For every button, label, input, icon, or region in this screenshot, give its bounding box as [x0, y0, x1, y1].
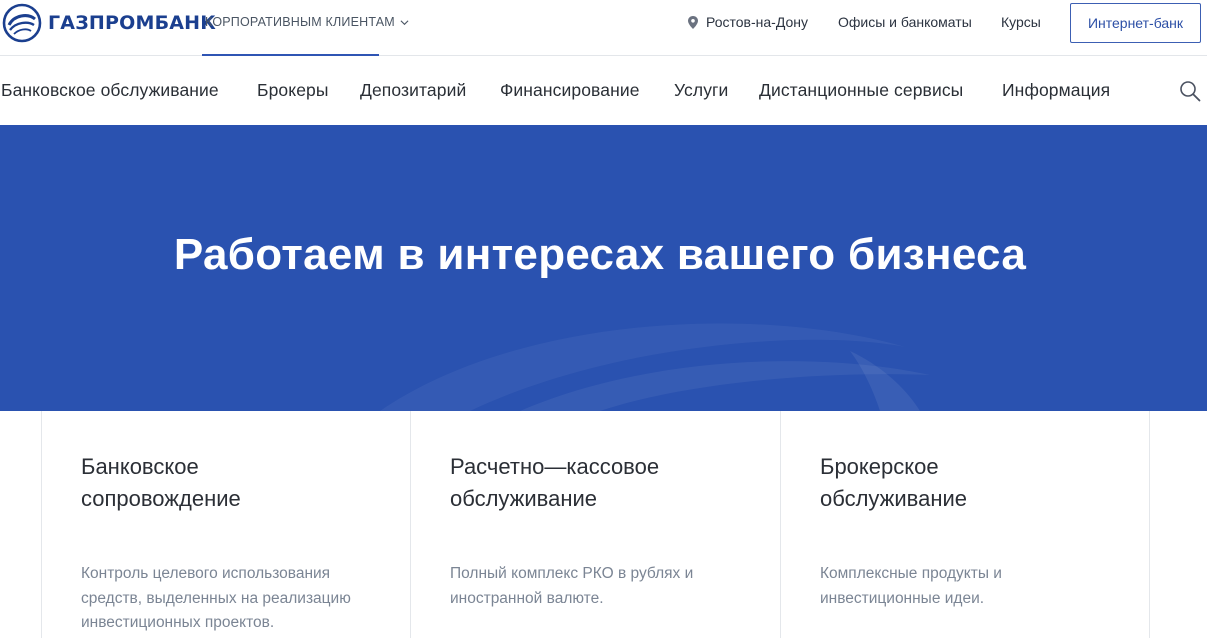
card-desc-line: иностранной валюте.	[450, 589, 604, 607]
city-selector[interactable]: Ростов-на-Дону	[688, 14, 808, 30]
card-description: Комплексные продукты и инвестиционные ид…	[820, 562, 1120, 611]
segment-label: КОРПОРАТИВНЫМ КЛИЕНТАМ	[205, 15, 395, 29]
nav-item-information[interactable]: Информация	[1002, 80, 1110, 101]
nav-item-brokers[interactable]: Брокеры	[257, 80, 329, 101]
card-title-line: Банковское	[81, 454, 199, 479]
logo[interactable]: ГАЗПРОМБАНК	[2, 3, 216, 43]
card-title: Брокерское обслуживание	[820, 451, 1120, 515]
card-desc-line: Контроль целевого использования	[81, 565, 331, 582]
logo-text: ГАЗПРОМБАНК	[48, 12, 217, 34]
card-description: Полный комплекс РКО в рублях и иностранн…	[450, 562, 750, 611]
chevron-down-icon	[400, 19, 409, 25]
card-title: Банковское сопровождение	[81, 451, 381, 515]
nav-item-services[interactable]: Услуги	[674, 80, 728, 101]
card-brokerage[interactable]: Брокерское обслуживание Комплексные прод…	[780, 411, 1149, 638]
card-title: Расчетно—кассовое обслуживание	[450, 451, 750, 515]
card-desc-line: средств, выделенных на реализацию	[81, 589, 351, 607]
card-title-line: обслуживание	[450, 486, 598, 511]
internet-bank-button[interactable]: Интернет-банк	[1070, 3, 1201, 43]
card-title-line: сопровождение	[81, 486, 241, 511]
main-nav: Банковское обслуживание Брокеры Депозита…	[0, 56, 1207, 125]
gazprombank-logo-icon	[2, 3, 42, 43]
card-desc-line: инвестиционные идеи.	[820, 589, 985, 607]
card-banking-support[interactable]: Банковское сопровождение Контроль целево…	[41, 411, 410, 638]
hero-title: Работаем в интересах вашего бизнеса	[173, 230, 1027, 279]
city-label: Ростов-на-Дону	[706, 14, 808, 30]
search-icon[interactable]	[1179, 80, 1201, 102]
card-description: Контроль целевого использования средств,…	[81, 562, 381, 636]
nav-item-financing[interactable]: Финансирование	[500, 80, 640, 101]
nav-item-depository[interactable]: Депозитарий	[360, 80, 466, 101]
card-title-line: Расчетно—кассовое	[450, 454, 660, 479]
card-cash-settlement[interactable]: Расчетно—кассовое обслуживание Полный ко…	[410, 411, 779, 638]
card-title-line: обслуживание	[820, 486, 968, 511]
segment-selector[interactable]: КОРПОРАТИВНЫМ КЛИЕНТАМ	[205, 15, 409, 29]
card-title-line: Брокерское	[820, 454, 939, 479]
offices-atms-link[interactable]: Офисы и банкоматы	[838, 14, 972, 30]
nav-item-remote-services[interactable]: Дистанционные сервисы	[759, 80, 963, 101]
nav-item-banking[interactable]: Банковское обслуживание	[1, 80, 219, 101]
card-desc-line: Комплексные продукты и	[820, 565, 1002, 582]
card-desc-line: Полный комплекс РКО в рублях и	[450, 565, 694, 582]
rates-link[interactable]: Курсы	[1001, 14, 1041, 30]
card-divider	[1149, 411, 1150, 638]
service-cards: Банковское сопровождение Контроль целево…	[0, 411, 1207, 638]
location-pin-icon	[688, 15, 698, 29]
card-desc-line: инвестиционных проектов.	[81, 614, 275, 631]
hero-banner: Работаем в интересах вашего бизнеса	[0, 125, 1207, 411]
top-bar: ГАЗПРОМБАНК КОРПОРАТИВНЫМ КЛИЕНТАМ Росто…	[0, 0, 1207, 56]
